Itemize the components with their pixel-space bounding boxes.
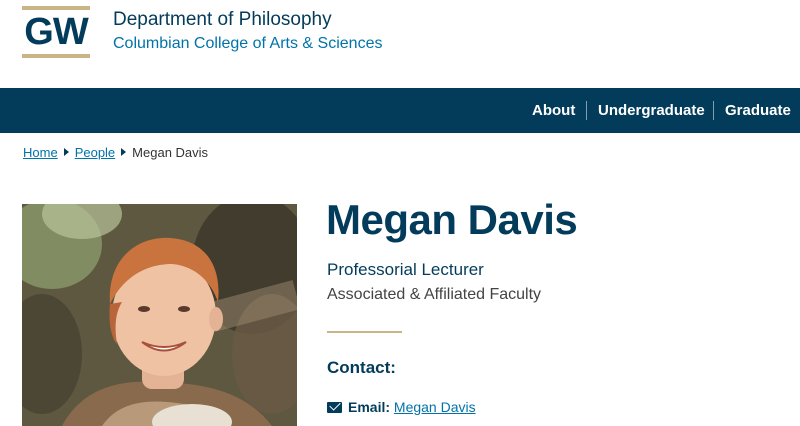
breadcrumb-home-link[interactable]: Home (23, 145, 58, 160)
envelope-icon (327, 402, 342, 413)
nav-item-undergraduate[interactable]: Undergraduate (598, 88, 705, 133)
breadcrumb-people-link[interactable]: People (75, 145, 115, 160)
main-nav: About Undergraduate Graduate (0, 88, 800, 133)
breadcrumb-current: Megan Davis (132, 145, 209, 160)
contact-heading: Contact: (327, 358, 396, 377)
triangle-right-icon (63, 148, 69, 156)
breadcrumb: Home People Megan Davis (23, 145, 208, 163)
nav-item-graduate[interactable]: Graduate (725, 88, 791, 133)
triangle-right-icon (121, 148, 127, 156)
logo-bar-bottom (22, 54, 90, 58)
nav-divider (586, 101, 587, 120)
logo-bar-top (22, 6, 90, 10)
profile-photo-image (22, 204, 297, 426)
department-name[interactable]: Department of Philosophy (113, 9, 332, 31)
college-link[interactable]: Columbian College of Arts & Sciences (113, 35, 382, 53)
nav-divider (713, 101, 714, 120)
gw-logo[interactable]: GW (22, 6, 90, 58)
person-group: Associated & Affiliated Faculty (327, 286, 542, 303)
gold-divider (327, 331, 402, 333)
site-header: GW Department of Philosophy Columbian Co… (0, 0, 800, 88)
nav-item-about[interactable]: About (532, 88, 575, 133)
profile-photo (22, 204, 297, 426)
logo-text: GW (24, 11, 88, 53)
email-row: Email: Megan Davis (327, 399, 476, 417)
person-name: Megan Davis (326, 196, 578, 243)
email-link[interactable]: Megan Davis (394, 399, 476, 415)
person-title: Professorial Lecturer (327, 260, 484, 279)
email-label: Email: (348, 399, 391, 415)
